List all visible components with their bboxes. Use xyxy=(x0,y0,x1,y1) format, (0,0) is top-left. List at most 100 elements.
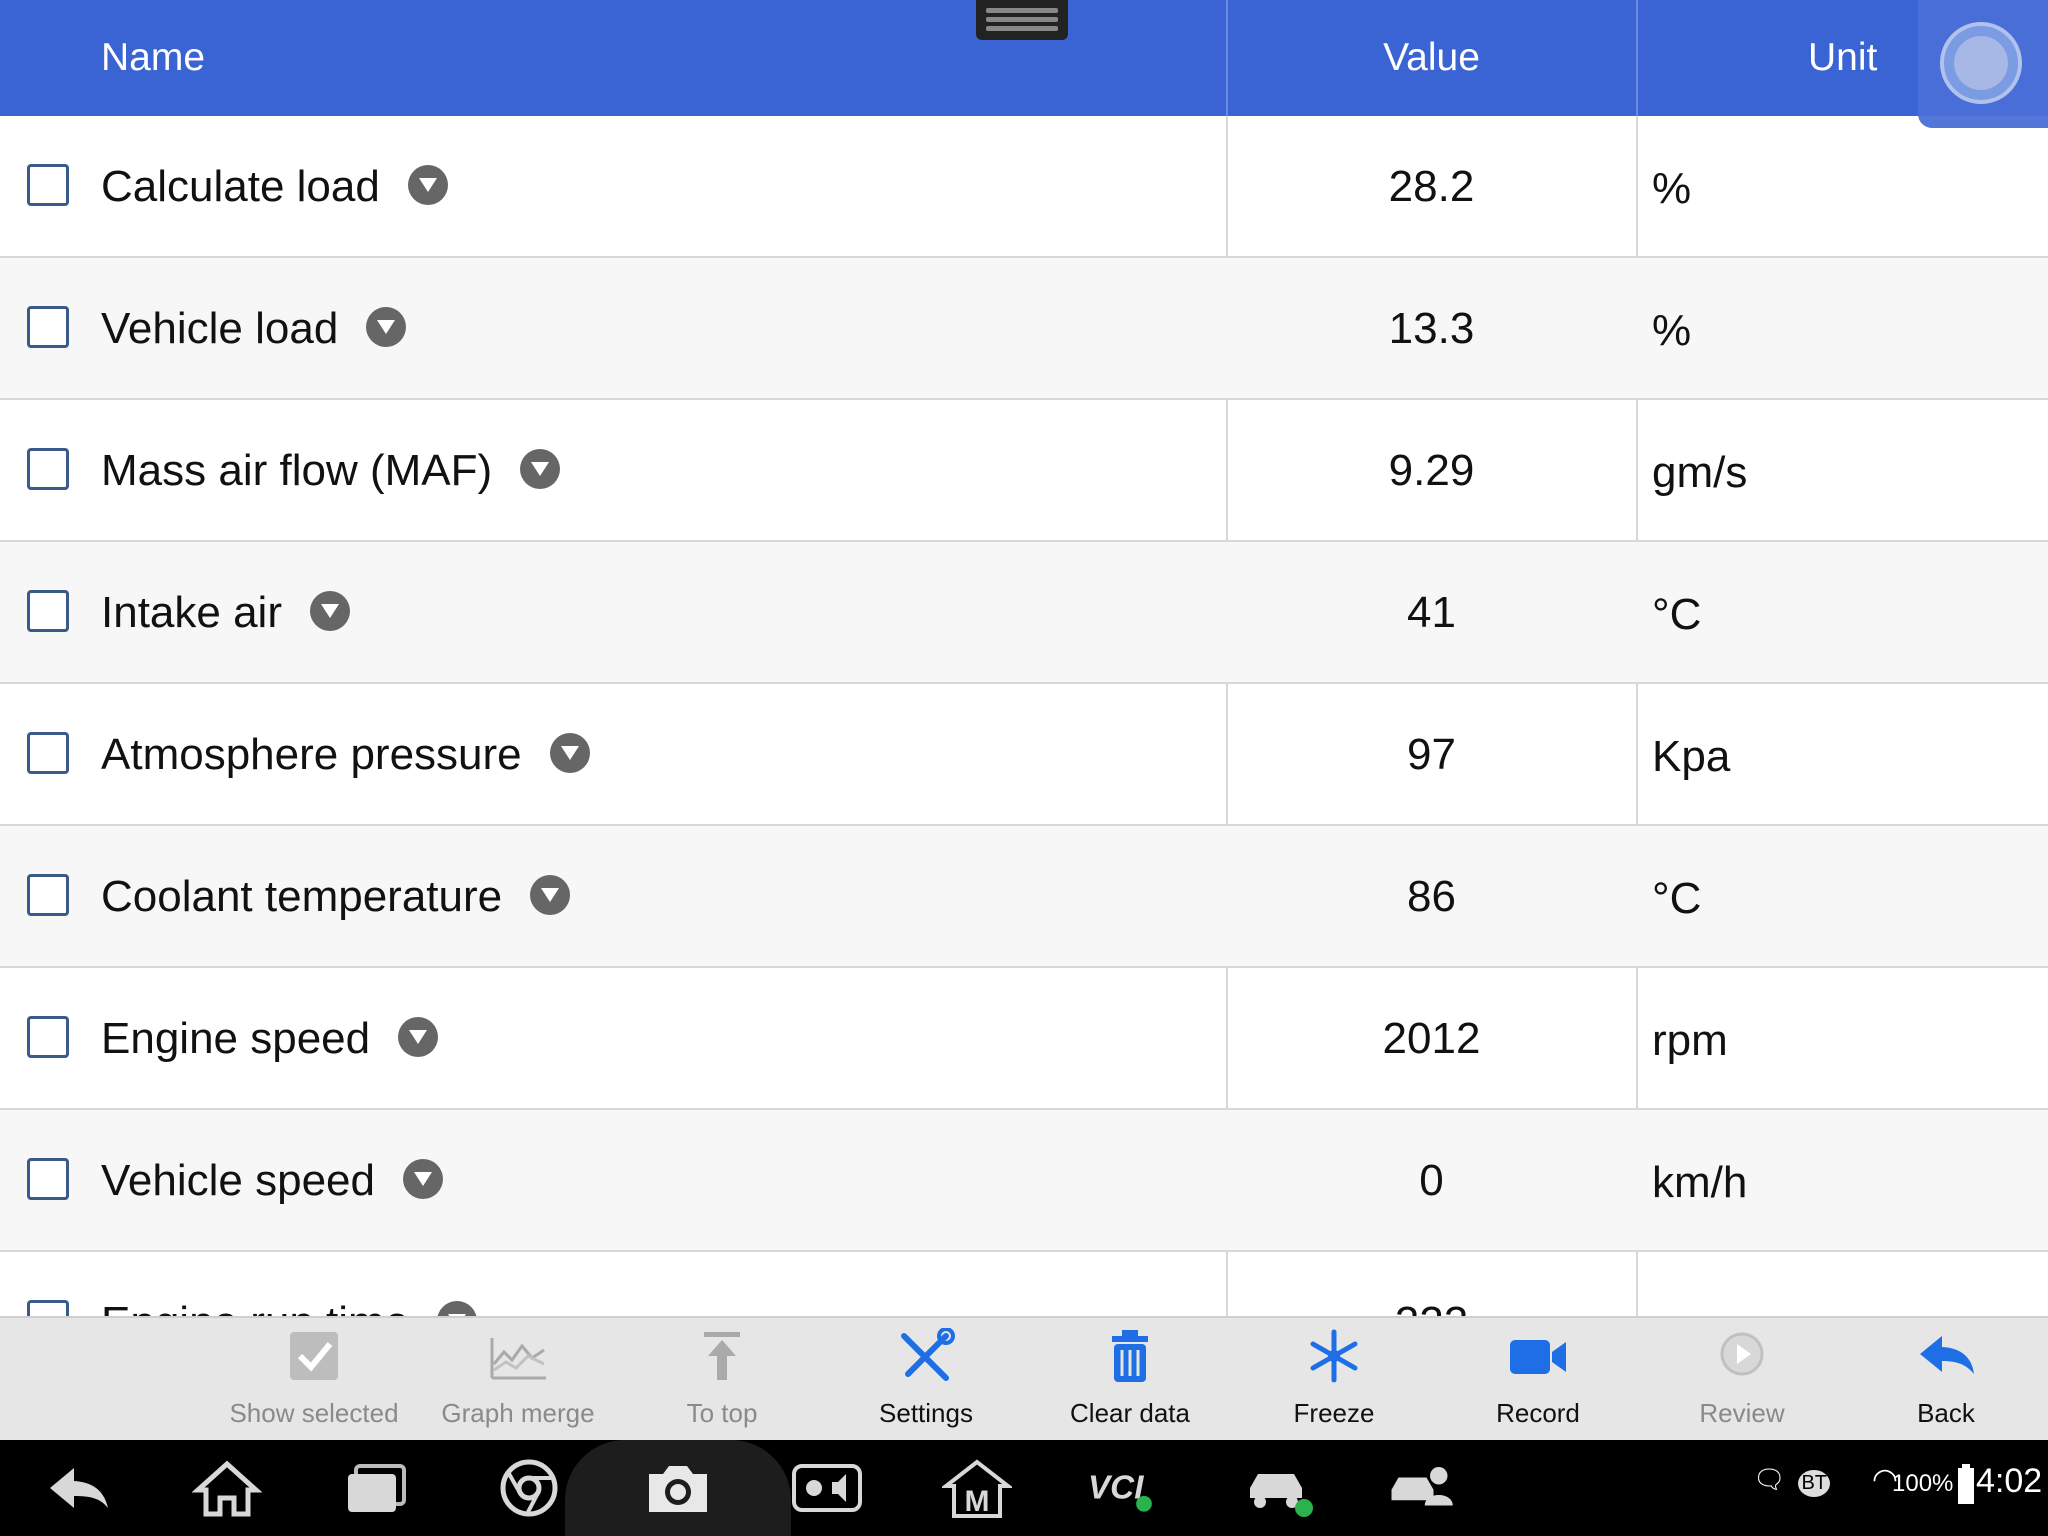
row-checkbox[interactable] xyxy=(27,874,69,916)
graph-merge-button[interactable]: Graph merge xyxy=(428,1318,608,1440)
row-value: 13.3 xyxy=(1388,304,1475,353)
recent-apps-icon[interactable] xyxy=(342,1458,412,1518)
dropdown-arrow-icon[interactable] xyxy=(398,1017,439,1058)
row-unit: °C xyxy=(1652,590,1702,639)
row-name-text: Mass air flow (MAF) xyxy=(101,446,493,495)
row-checkbox[interactable] xyxy=(27,590,69,632)
row-name: Mass air flow (MAF) xyxy=(101,446,561,496)
graph-merge-label: Graph merge xyxy=(441,1398,595,1428)
table-row[interactable]: Vehicle load 13.3 % xyxy=(0,258,2048,400)
column-header-value: Value xyxy=(1383,36,1480,79)
snowflake-icon xyxy=(1310,1329,1358,1383)
settings-label: Settings xyxy=(879,1398,973,1428)
live-data-table: Calculate load 28.2 % Vehicle load 13.3 … xyxy=(0,116,2048,1316)
dropdown-arrow-icon[interactable] xyxy=(407,165,448,206)
row-value: 2012 xyxy=(1382,1014,1481,1063)
table-row[interactable]: Coolant temperature 86 °C xyxy=(0,826,2048,968)
bottom-toolbar: Show selected Graph merge To top Setting… xyxy=(0,1316,2048,1440)
row-name: Vehicle load xyxy=(101,304,407,354)
row-name-text: Calculate load xyxy=(101,162,380,211)
battery-percent: 100% xyxy=(1892,1470,1954,1497)
bluetooth-status-icon: BT xyxy=(1798,1470,1830,1497)
row-name: Engine speed xyxy=(101,1014,439,1064)
table-row[interactable]: Mass air flow (MAF) 9.29 gm/s xyxy=(0,400,2048,542)
column-header-unit-label: Unit xyxy=(1808,36,1878,79)
row-unit: % xyxy=(1652,306,1692,355)
row-name-text: Intake air xyxy=(101,588,282,637)
row-unit: rpm xyxy=(1652,1016,1728,1065)
review-label: Review xyxy=(1699,1398,1785,1428)
svg-text:M: M xyxy=(965,1485,990,1518)
back-arrow-icon xyxy=(1920,1336,1974,1374)
row-value: 9.29 xyxy=(1388,446,1475,495)
to-top-button[interactable]: To top xyxy=(632,1318,812,1440)
row-checkbox[interactable] xyxy=(27,1016,69,1058)
row-value: 0 xyxy=(1419,1156,1444,1205)
dropdown-arrow-icon[interactable] xyxy=(366,307,407,348)
freeze-button[interactable]: Freeze xyxy=(1244,1318,1424,1440)
camera-icon[interactable] xyxy=(643,1458,713,1518)
dropdown-arrow-icon[interactable] xyxy=(309,591,350,632)
row-name-text: Vehicle load xyxy=(101,304,339,353)
row-checkbox[interactable] xyxy=(27,306,69,348)
brightness-volume-icon[interactable] xyxy=(792,1458,862,1518)
drag-handle[interactable] xyxy=(976,0,1068,40)
clear-data-button[interactable]: Clear data xyxy=(1040,1318,1220,1440)
freeze-label: Freeze xyxy=(1293,1398,1375,1428)
dropdown-arrow-icon[interactable] xyxy=(530,875,571,916)
dropdown-arrow-icon[interactable] xyxy=(520,449,561,490)
table-row[interactable]: Intake air 41 °C xyxy=(0,542,2048,684)
column-header-name: Name xyxy=(101,36,206,79)
checkbox-checked-icon xyxy=(290,1332,338,1380)
row-checkbox[interactable] xyxy=(27,1300,69,1316)
show-selected-label: Show selected xyxy=(229,1398,399,1428)
browser-icon[interactable] xyxy=(494,1458,564,1518)
clear-data-label: Clear data xyxy=(1070,1398,1190,1428)
graph-icon xyxy=(490,1338,546,1380)
row-name-text: Vehicle speed xyxy=(101,1156,375,1205)
row-value: 41 xyxy=(1407,588,1456,637)
row-name: Intake air xyxy=(101,588,350,638)
record-label: Record xyxy=(1496,1398,1580,1428)
row-name-text: Engine speed xyxy=(101,1014,371,1063)
trash-icon xyxy=(1112,1330,1148,1382)
row-name: Calculate load xyxy=(101,162,448,212)
row-name: Vehicle speed xyxy=(101,1156,443,1206)
back-button[interactable]: Back xyxy=(1856,1318,2036,1440)
show-selected-button[interactable]: Show selected xyxy=(224,1318,404,1440)
video-camera-icon xyxy=(1510,1340,1566,1374)
row-checkbox[interactable] xyxy=(27,1158,69,1200)
table-row[interactable]: Engine run time 222 xyxy=(0,1252,2048,1316)
table-row[interactable]: Engine speed 2012 rpm xyxy=(0,968,2048,1110)
vehicle-connected-icon[interactable] xyxy=(1244,1458,1314,1518)
row-checkbox[interactable] xyxy=(27,448,69,490)
row-name-text: Atmosphere pressure xyxy=(101,730,522,779)
dropdown-arrow-icon[interactable] xyxy=(403,1159,443,1200)
dropdown-arrow-icon[interactable] xyxy=(549,733,590,774)
table-row[interactable]: Calculate load 28.2 % xyxy=(0,116,2048,258)
floating-assistive-button[interactable] xyxy=(1918,0,2048,128)
record-button[interactable]: Record xyxy=(1448,1318,1628,1440)
row-unit: gm/s xyxy=(1652,448,1748,497)
review-button[interactable]: Review xyxy=(1652,1318,1832,1440)
home-icon[interactable] xyxy=(192,1458,262,1518)
remote-expert-icon[interactable] xyxy=(1388,1458,1458,1518)
row-value: 222 xyxy=(1227,1298,1636,1316)
table-row[interactable]: Vehicle speed 0 km/h xyxy=(0,1110,2048,1252)
row-unit: °C xyxy=(1652,874,1702,923)
row-name-text: Coolant temperature xyxy=(101,872,503,921)
row-unit: km/h xyxy=(1652,1158,1748,1207)
row-checkbox[interactable] xyxy=(27,164,69,206)
row-unit: Kpa xyxy=(1652,732,1731,781)
dropdown-arrow-icon[interactable] xyxy=(437,1301,478,1316)
row-name-text: Engine run time xyxy=(101,1298,409,1316)
system-bar: M VCI 🗨 BT ◠ 100% 4:02 xyxy=(0,1440,2048,1536)
maxifix-icon[interactable]: M xyxy=(942,1458,1012,1518)
row-checkbox[interactable] xyxy=(27,732,69,774)
vci-icon[interactable]: VCI xyxy=(1088,1458,1158,1518)
play-circle-icon xyxy=(1720,1332,1764,1376)
table-row[interactable]: Atmosphere pressure 97 Kpa xyxy=(0,684,2048,826)
nav-back-icon[interactable] xyxy=(44,1458,114,1518)
settings-button[interactable]: Settings xyxy=(836,1318,1016,1440)
svg-text:VCI: VCI xyxy=(1088,1470,1144,1507)
